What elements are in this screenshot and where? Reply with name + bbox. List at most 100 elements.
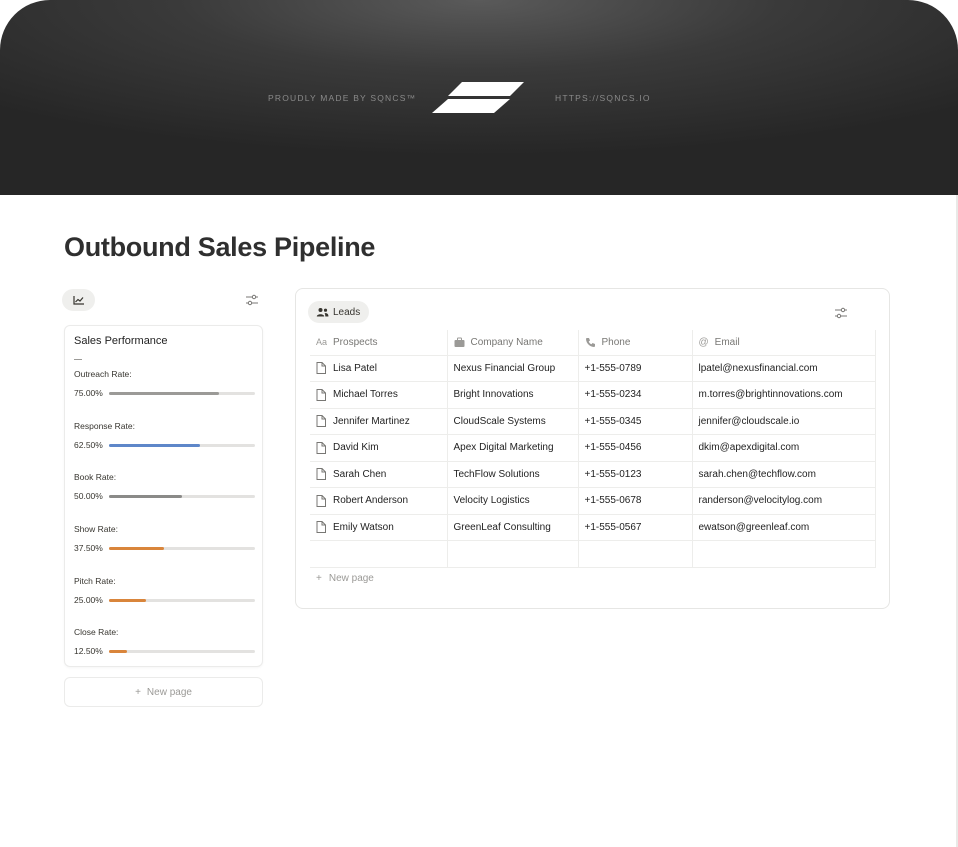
page-title: Outbound Sales Pipeline — [64, 232, 376, 262]
plus-icon: + — [316, 573, 322, 584]
prospect-name: Emily Watson — [333, 521, 394, 533]
table-row[interactable]: Jennifer Martinez CloudScale Systems +1-… — [310, 408, 876, 435]
metric-book-rate: Book Rate: 50.00% — [74, 472, 256, 512]
email-cell[interactable]: ewatson@greenleaf.com — [692, 514, 876, 541]
new-page-button[interactable]: + New page — [64, 677, 263, 707]
metric-value: 62.50% — [74, 440, 103, 450]
progress-track — [109, 599, 255, 602]
new-page-label: New page — [328, 573, 374, 584]
new-page-label: New page — [146, 686, 192, 698]
table-header-row: Aa Prospects Company Name Phone @ Email — [310, 330, 876, 356]
page-icon — [316, 521, 326, 534]
new-page-button[interactable]: + New page — [316, 573, 374, 584]
metric-pitch-rate: Pitch Rate: 25.00% — [74, 576, 256, 616]
phone-cell: +1-555-0123 — [578, 461, 693, 488]
table-row[interactable]: Emily Watson GreenLeaf Consulting +1-555… — [310, 514, 876, 541]
prospect-name: David Kim — [333, 442, 379, 454]
column-label: Email — [714, 336, 740, 348]
table-row[interactable]: Lisa Patel Nexus Financial Group +1-555-… — [310, 355, 876, 382]
prospect-name: Jennifer Martinez — [333, 415, 410, 427]
phone-cell: +1-555-0567 — [578, 514, 693, 541]
metric-response-rate: Response Rate: 62.50% — [74, 421, 256, 461]
column-header-prospects[interactable]: Aa Prospects — [310, 330, 448, 356]
tab-leads[interactable]: Leads — [308, 301, 370, 323]
progress-fill — [109, 650, 128, 653]
company-cell: GreenLeaf Consulting — [447, 514, 579, 541]
prospect-name: Sarah Chen — [333, 468, 387, 480]
page-icon — [316, 362, 326, 375]
table-row[interactable]: Robert Anderson Velocity Logistics +1-55… — [310, 487, 876, 515]
phone-cell: +1-555-0678 — [578, 487, 693, 515]
company-cell: Velocity Logistics — [447, 487, 579, 515]
metric-value: 25.00% — [74, 595, 103, 605]
email-cell[interactable]: m.torres@brightinnovations.com — [692, 381, 876, 409]
progress-track — [109, 547, 255, 550]
prospect-name: Lisa Patel — [333, 362, 377, 374]
leads-table: Aa Prospects Company Name Phone @ Email … — [310, 330, 876, 568]
progress-fill — [109, 392, 219, 395]
card-title: Sales Performance — [74, 335, 168, 347]
metric-value: 37.50% — [74, 543, 103, 553]
table-row[interactable]: Michael Torres Bright Innovations +1-555… — [310, 381, 876, 409]
briefcase-icon — [454, 337, 464, 347]
progress-track — [109, 650, 255, 653]
metric-label: Show Rate: — [74, 524, 118, 534]
page-icon — [316, 388, 326, 401]
page-icon — [316, 494, 326, 507]
chart-view-tab[interactable] — [62, 289, 95, 311]
progress-fill — [109, 547, 164, 550]
prospect-name: Robert Anderson — [333, 495, 409, 507]
leads-database: Leads Aa Prospects Company Name Phone @ … — [295, 288, 890, 609]
cover-banner: PROUDLY MADE BY SQNCS™ HTTPS://SQNCS.IO — [0, 0, 958, 195]
metric-show-rate: Show Rate: 37.50% — [74, 524, 256, 564]
metric-value: 12.50% — [74, 646, 103, 656]
title-property-icon: Aa — [316, 337, 328, 348]
column-header-email[interactable]: @ Email — [692, 330, 876, 356]
sqncs-logo-icon — [432, 82, 524, 113]
metric-label: Pitch Rate: — [74, 576, 116, 586]
metric-value: 75.00% — [74, 388, 103, 398]
progress-fill — [109, 599, 146, 602]
company-cell: Apex Digital Marketing — [447, 434, 579, 462]
column-label: Prospects — [333, 336, 378, 348]
tab-leads-label: Leads — [333, 306, 361, 318]
plus-icon: + — [135, 686, 141, 698]
banner-url-link[interactable]: HTTPS://SQNCS.IO — [555, 93, 651, 103]
email-cell[interactable]: sarah.chen@techflow.com — [692, 461, 876, 488]
phone-cell: +1-555-0234 — [578, 381, 693, 409]
metric-label: Outreach Rate: — [74, 369, 132, 379]
view-settings-icon[interactable] — [834, 307, 848, 319]
empty-table-row[interactable] — [310, 540, 876, 568]
progress-fill — [109, 444, 201, 447]
column-header-company[interactable]: Company Name — [447, 330, 579, 356]
phone-cell: +1-555-0789 — [578, 355, 693, 382]
banner-made-by-text: PROUDLY MADE BY SQNCS™ — [268, 93, 417, 103]
email-cell[interactable]: lpatel@nexusfinancial.com — [692, 355, 876, 382]
company-cell: TechFlow Solutions — [447, 461, 579, 488]
people-icon — [316, 308, 329, 317]
sales-performance-card[interactable]: Sales Performance Outreach Rate: 75.00% … — [64, 325, 263, 667]
column-label: Phone — [601, 336, 631, 348]
metric-label: Book Rate: — [74, 472, 117, 482]
column-label: Company Name — [470, 336, 543, 348]
view-settings-icon[interactable] — [245, 294, 259, 306]
metric-label: Response Rate: — [74, 421, 135, 431]
company-cell: Nexus Financial Group — [447, 355, 579, 382]
company-cell: Bright Innovations — [447, 381, 579, 409]
page-icon — [316, 441, 326, 454]
trend-chart-icon — [72, 296, 84, 305]
table-row[interactable]: Sarah Chen TechFlow Solutions +1-555-012… — [310, 461, 876, 488]
email-cell[interactable]: dkim@apexdigital.com — [692, 434, 876, 462]
metric-label: Close Rate: — [74, 627, 119, 637]
phone-icon — [585, 337, 595, 347]
page-icon — [316, 468, 326, 481]
table-row[interactable]: David Kim Apex Digital Marketing +1-555-… — [310, 434, 876, 462]
metric-outreach-rate: Outreach Rate: 75.00% — [74, 369, 256, 409]
metric-close-rate: Close Rate: 12.50% — [74, 627, 256, 667]
progress-track — [109, 444, 255, 447]
email-cell[interactable]: randerson@velocitylog.com — [692, 487, 876, 515]
metric-value: 50.00% — [74, 491, 103, 501]
column-header-phone[interactable]: Phone — [578, 330, 693, 356]
email-cell[interactable]: jennifer@cloudscale.io — [692, 408, 876, 435]
phone-cell: +1-555-0456 — [578, 434, 693, 462]
